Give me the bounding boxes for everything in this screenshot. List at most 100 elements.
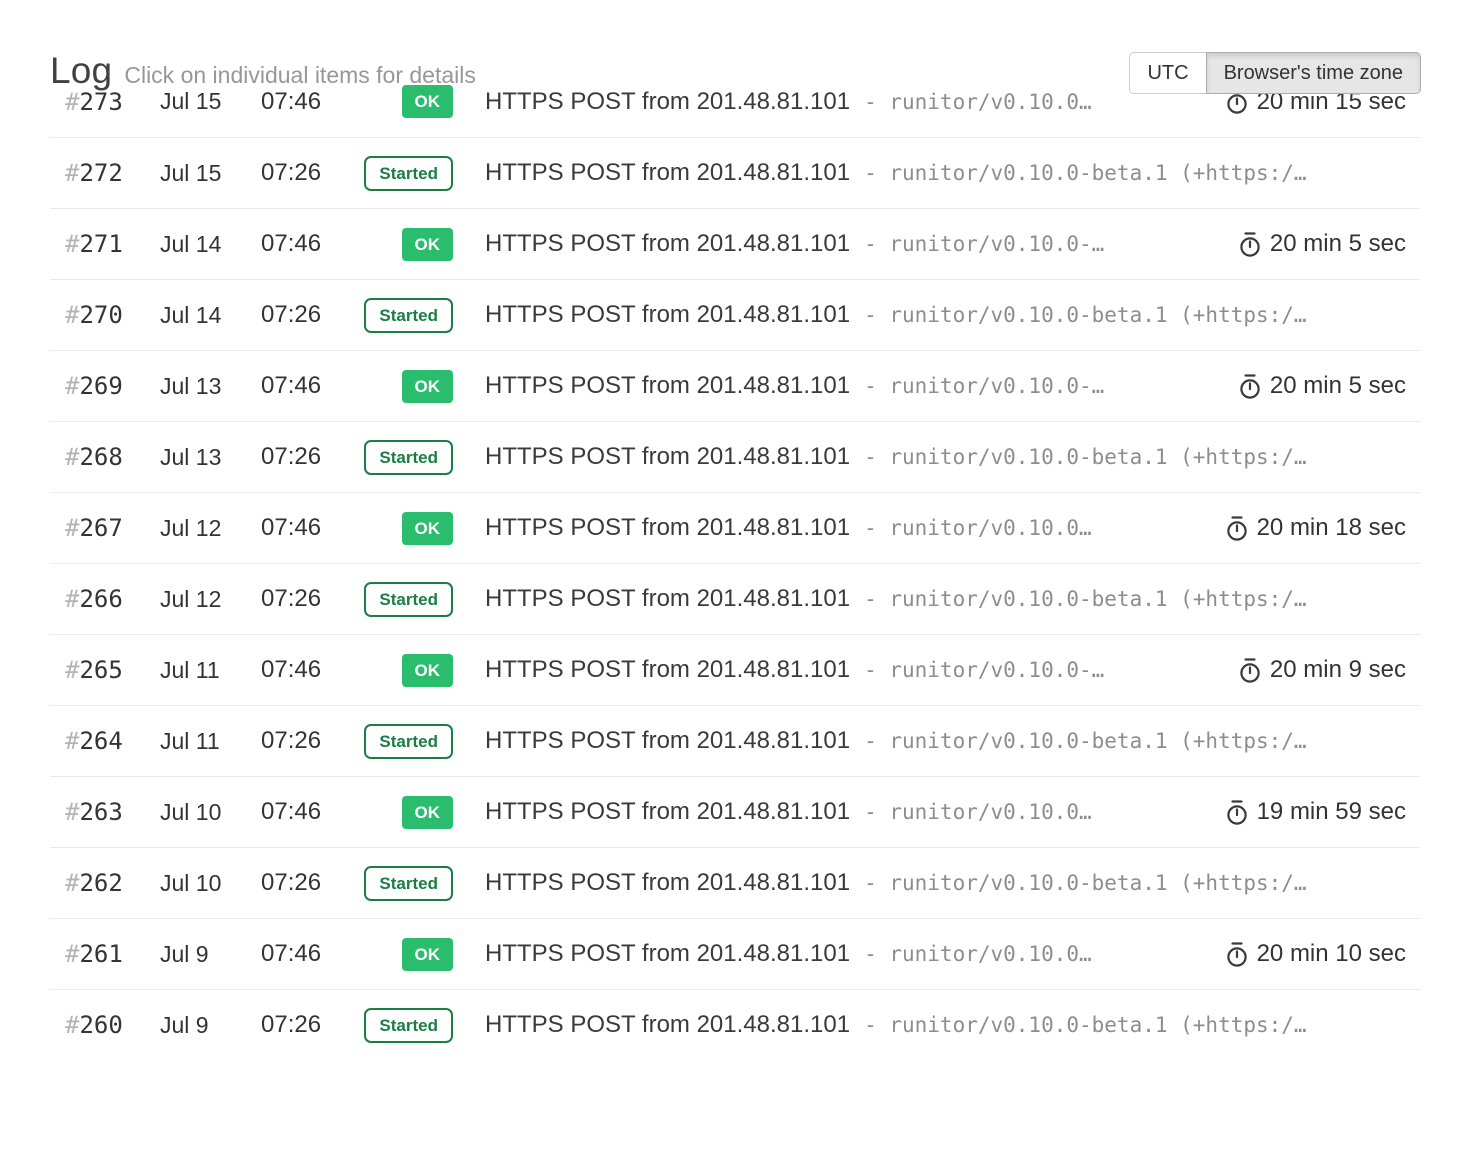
user-agent-text: - runitor/v0.10.0… <box>864 516 1092 540</box>
event-date: Jul 11 <box>160 657 261 684</box>
user-agent-text: - runitor/v0.10.0… <box>864 90 1092 114</box>
status-badge: Started <box>364 440 453 475</box>
event-time: 07:26 <box>261 159 355 187</box>
event-description-cell: HTTPS POST from 201.48.81.101 - runitor/… <box>485 727 1406 755</box>
log-row[interactable]: #272 Jul 15 07:26 Started HTTPS POST fro… <box>50 137 1420 208</box>
log-table: #273 Jul 15 07:46 OK HTTPS POST from 201… <box>50 66 1420 1060</box>
event-description-cell: HTTPS POST from 201.48.81.101 - runitor/… <box>485 159 1406 187</box>
event-time: 07:26 <box>261 727 355 755</box>
log-row[interactable]: #261 Jul 9 07:46 OK HTTPS POST from 201.… <box>50 918 1420 989</box>
log-row[interactable]: #260 Jul 9 07:26 Started HTTPS POST from… <box>50 989 1420 1060</box>
event-description: HTTPS POST from 201.48.81.101 <box>485 301 850 329</box>
event-number-value: 271 <box>79 230 122 258</box>
user-agent-text: - runitor/v0.10.0-… <box>864 232 1104 256</box>
utc-button[interactable]: UTC <box>1129 52 1206 94</box>
status-badge: Started <box>364 1008 453 1043</box>
hash-prefix: # <box>65 159 79 187</box>
status-badge-cell: Started <box>355 866 453 901</box>
status-badge: OK <box>402 654 454 687</box>
browser-timezone-button[interactable]: Browser's time zone <box>1206 52 1421 94</box>
event-description: HTTPS POST from 201.48.81.101 <box>485 514 850 542</box>
log-row[interactable]: #266 Jul 12 07:26 Started HTTPS POST fro… <box>50 563 1420 634</box>
page-header: LogClick on individual items for details… <box>0 0 1470 66</box>
event-description-cell: HTTPS POST from 201.48.81.101 - runitor/… <box>485 230 1219 258</box>
event-date: Jul 15 <box>160 160 261 187</box>
log-row[interactable]: #265 Jul 11 07:46 OK HTTPS POST from 201… <box>50 634 1420 705</box>
log-row[interactable]: #271 Jul 14 07:46 OK HTTPS POST from 201… <box>50 208 1420 279</box>
event-description-cell: HTTPS POST from 201.48.81.101 - runitor/… <box>485 869 1406 897</box>
user-agent-text: - runitor/v0.10.0-beta.1 (+https:/… <box>864 161 1307 185</box>
event-description-cell: HTTPS POST from 201.48.81.101 - runitor/… <box>485 514 1206 542</box>
event-number-value: 272 <box>79 159 122 187</box>
event-description-cell: HTTPS POST from 201.48.81.101 - runitor/… <box>485 301 1406 329</box>
event-duration: 20 min 10 sec <box>1224 940 1406 968</box>
log-page: LogClick on individual items for details… <box>0 0 1470 1156</box>
event-date: Jul 13 <box>160 444 261 471</box>
event-number-value: 263 <box>79 798 122 826</box>
event-description: HTTPS POST from 201.48.81.101 <box>485 798 850 826</box>
status-badge: Started <box>364 298 453 333</box>
event-description-cell: HTTPS POST from 201.48.81.101 - runitor/… <box>485 798 1206 826</box>
event-duration: 19 min 59 sec <box>1224 798 1406 826</box>
hash-prefix: # <box>65 585 79 613</box>
log-row[interactable]: #262 Jul 10 07:26 Started HTTPS POST fro… <box>50 847 1420 918</box>
status-badge-cell: Started <box>355 582 453 617</box>
event-time: 07:46 <box>261 940 355 968</box>
event-time: 07:46 <box>261 798 355 826</box>
status-badge-cell: OK <box>355 938 453 971</box>
event-description: HTTPS POST from 201.48.81.101 <box>485 88 850 116</box>
hash-prefix: # <box>65 798 79 826</box>
user-agent-text: - runitor/v0.10.0-… <box>864 374 1104 398</box>
event-description: HTTPS POST from 201.48.81.101 <box>485 443 850 471</box>
duration-text: 20 min 10 sec <box>1257 940 1406 968</box>
event-description: HTTPS POST from 201.48.81.101 <box>485 1011 850 1039</box>
event-time: 07:46 <box>261 372 355 400</box>
event-time: 07:46 <box>261 514 355 542</box>
duration-text: 20 min 18 sec <box>1257 514 1406 542</box>
event-description-cell: HTTPS POST from 201.48.81.101 - runitor/… <box>485 443 1406 471</box>
status-badge: OK <box>402 512 454 545</box>
status-badge-cell: Started <box>355 440 453 475</box>
log-row[interactable]: #268 Jul 13 07:26 Started HTTPS POST fro… <box>50 421 1420 492</box>
hash-prefix: # <box>65 443 79 471</box>
event-date: Jul 12 <box>160 515 261 542</box>
log-row[interactable]: #263 Jul 10 07:46 OK HTTPS POST from 201… <box>50 776 1420 847</box>
log-row[interactable]: #270 Jul 14 07:26 Started HTTPS POST fro… <box>50 279 1420 350</box>
user-agent-text: - runitor/v0.10.0-… <box>864 658 1104 682</box>
log-row[interactable]: #264 Jul 11 07:26 Started HTTPS POST fro… <box>50 705 1420 776</box>
status-badge-cell: OK <box>355 654 453 687</box>
status-badge: OK <box>402 370 454 403</box>
hash-prefix: # <box>65 940 79 968</box>
event-number: #261 <box>65 940 160 968</box>
event-description: HTTPS POST from 201.48.81.101 <box>485 585 850 613</box>
user-agent-text: - runitor/v0.10.0… <box>864 800 1092 824</box>
page-subtitle: Click on individual items for details <box>124 62 476 88</box>
event-number-value: 266 <box>79 585 122 613</box>
hash-prefix: # <box>65 301 79 329</box>
user-agent-text: - runitor/v0.10.0-beta.1 (+https:/… <box>864 1013 1307 1037</box>
event-description-cell: HTTPS POST from 201.48.81.101 - runitor/… <box>485 585 1406 613</box>
status-badge-cell: Started <box>355 1008 453 1043</box>
event-time: 07:26 <box>261 443 355 471</box>
event-number: #268 <box>65 443 160 471</box>
event-time: 07:26 <box>261 869 355 897</box>
log-row[interactable]: #267 Jul 12 07:46 OK HTTPS POST from 201… <box>50 492 1420 563</box>
status-badge-cell: Started <box>355 724 453 759</box>
event-duration: 20 min 5 sec <box>1237 230 1406 258</box>
status-badge-cell: OK <box>355 228 453 261</box>
user-agent-text: - runitor/v0.10.0-beta.1 (+https:/… <box>864 729 1307 753</box>
user-agent-text: - runitor/v0.10.0-beta.1 (+https:/… <box>864 871 1307 895</box>
log-row[interactable]: #269 Jul 13 07:46 OK HTTPS POST from 201… <box>50 350 1420 421</box>
duration-text: 20 min 5 sec <box>1270 372 1406 400</box>
event-description: HTTPS POST from 201.48.81.101 <box>485 869 850 897</box>
event-duration: 20 min 18 sec <box>1224 514 1406 542</box>
duration-text: 19 min 59 sec <box>1257 798 1406 826</box>
stopwatch-icon <box>1237 373 1263 400</box>
hash-prefix: # <box>65 230 79 258</box>
event-description: HTTPS POST from 201.48.81.101 <box>485 372 850 400</box>
stopwatch-icon <box>1224 941 1250 968</box>
hash-prefix: # <box>65 514 79 542</box>
event-description-cell: HTTPS POST from 201.48.81.101 - runitor/… <box>485 1011 1406 1039</box>
event-number-value: 260 <box>79 1011 122 1039</box>
event-number-value: 267 <box>79 514 122 542</box>
